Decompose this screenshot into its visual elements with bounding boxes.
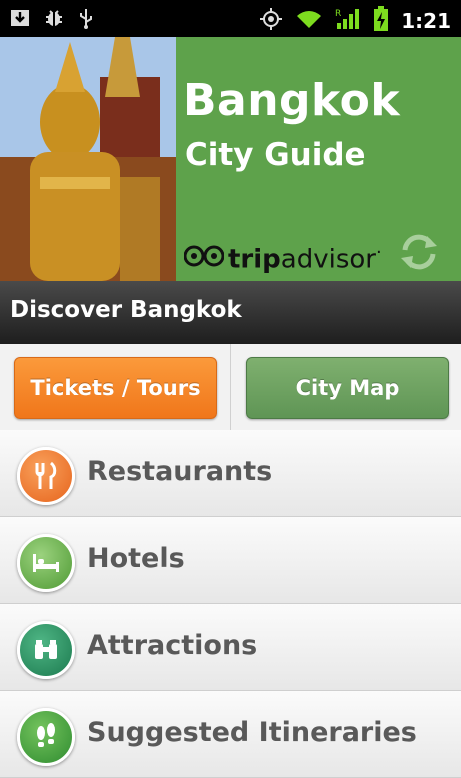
android-debug-icon — [44, 8, 64, 32]
tripadvisor-logo: tripadvisor· — [183, 242, 382, 275]
fork-knife-icon — [17, 447, 75, 505]
brand-trip: trip — [228, 244, 281, 275]
signal-roaming-icon: R — [335, 7, 361, 35]
footprints-icon — [17, 708, 75, 766]
brand-dot: · — [375, 242, 382, 263]
city-title: Bangkok — [183, 75, 401, 126]
list-item-label: Hotels — [87, 543, 185, 574]
category-list: Restaurants Hotels Attractions Suggested… — [0, 430, 461, 778]
status-bar: R 1:21 — [0, 0, 461, 37]
owl-eyes-icon — [183, 244, 225, 272]
binoculars-icon — [17, 621, 75, 679]
city-subtitle: City Guide — [185, 137, 366, 173]
status-time: 1:21 — [401, 9, 451, 33]
notification-icons — [10, 7, 94, 33]
battery-charging-icon — [373, 6, 389, 36]
list-item-restaurants[interactable]: Restaurants — [0, 430, 461, 517]
tickets-tours-button[interactable]: Tickets / Tours — [14, 357, 217, 419]
bed-icon — [17, 534, 75, 592]
brand-advisor: advisor — [280, 244, 376, 275]
list-item-attractions[interactable]: Attractions — [0, 604, 461, 691]
wifi-icon — [295, 8, 323, 34]
gps-icon — [259, 7, 283, 35]
section-title: Discover Bangkok — [10, 297, 242, 323]
list-item-label: Attractions — [87, 630, 258, 661]
list-item-hotels[interactable]: Hotels — [0, 517, 461, 604]
bangkok-statue-photo — [0, 37, 176, 281]
svg-text:R: R — [335, 9, 341, 19]
list-item-itineraries[interactable]: Suggested Itineraries — [0, 691, 461, 778]
section-header: Discover Bangkok — [0, 281, 461, 344]
list-item-label: Restaurants — [87, 456, 273, 487]
hero-banner: Bangkok City Guide tripadvisor· — [0, 37, 461, 281]
usb-icon — [78, 7, 94, 33]
refresh-button[interactable] — [397, 230, 441, 274]
system-icons: R 1:21 — [259, 6, 451, 36]
refresh-icon — [401, 234, 437, 270]
download-icon — [10, 8, 30, 32]
hero-title-panel: Bangkok City Guide tripadvisor· — [176, 37, 461, 281]
quick-actions: Tickets / Tours City Map — [0, 344, 461, 430]
button-divider — [230, 344, 231, 430]
city-map-button[interactable]: City Map — [246, 357, 449, 419]
list-item-label: Suggested Itineraries — [87, 717, 417, 748]
